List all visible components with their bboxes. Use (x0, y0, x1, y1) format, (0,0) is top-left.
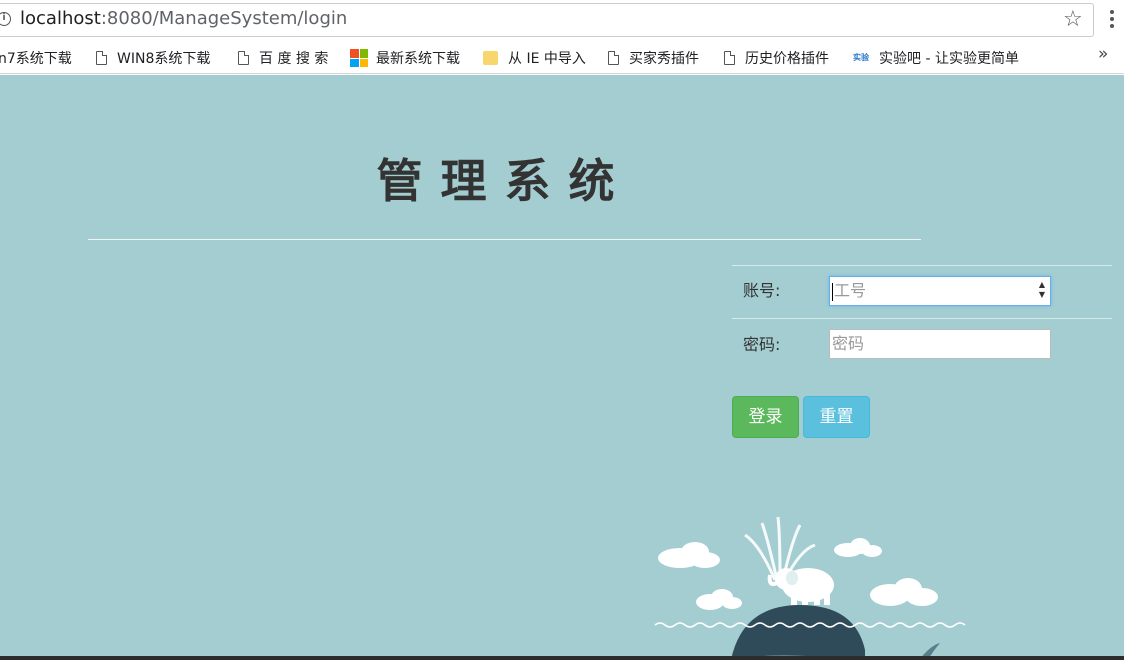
password-label: 密码: (743, 335, 781, 354)
page-content: 管理系统 账号: 工号 ▲ ▼ 密码: 密码 登录 重置 (0, 75, 1124, 660)
whale-elephant-illustration (654, 516, 966, 660)
account-placeholder: 工号 (834, 281, 867, 300)
folder-icon (483, 51, 498, 65)
bookmark-label: 历史价格插件 (745, 51, 829, 67)
bookmark-label: 百 度 搜 索 (259, 51, 329, 67)
bookmark-item[interactable]: 实验 实验吧 - 让实验更简单 (853, 48, 1025, 68)
reset-button[interactable]: 重置 (803, 396, 870, 438)
bookmark-item[interactable]: 历史价格插件 (724, 48, 829, 68)
windows-icon (350, 49, 368, 67)
account-label: 账号: (743, 281, 781, 300)
lab-icon: 实验 (853, 53, 869, 62)
url-host: localhost (20, 8, 101, 29)
document-icon (238, 51, 249, 65)
bookmark-item[interactable]: WIN8系统下载 (96, 48, 210, 68)
bookmark-label: WIN8系统下载 (117, 51, 211, 67)
bookmark-star-icon[interactable]: ☆ (1063, 7, 1083, 32)
account-input[interactable]: 工号 ▲ ▼ (829, 276, 1051, 306)
document-icon (96, 51, 107, 65)
browser-menu-icon[interactable] (1110, 10, 1114, 30)
bookmark-label: n7系统下载 (0, 51, 72, 67)
text-caret (832, 282, 833, 301)
number-spinner[interactable]: ▲ ▼ (1036, 280, 1048, 302)
bookmark-item[interactable]: 买家秀插件 (608, 48, 699, 68)
title-divider (88, 239, 921, 240)
password-placeholder: 密码 (832, 334, 865, 353)
bookmark-item[interactable]: 从 IE 中导入 (483, 48, 586, 68)
bookmark-label: 买家秀插件 (629, 51, 699, 67)
bookmark-item[interactable]: 最新系统下载 (350, 48, 460, 68)
bookmark-item[interactable]: 百 度 搜 索 (238, 48, 328, 68)
login-button[interactable]: 登录 (732, 396, 799, 438)
url-path: :8080/ManageSystem/login (100, 8, 348, 29)
chevron-right-icon[interactable]: » (1098, 44, 1108, 64)
form-divider (732, 318, 1112, 319)
bookmarks-bar: n7系统下载 WIN8系统下载 百 度 搜 索 最新系统下载 从 IE 中导入 … (0, 40, 1124, 74)
password-input[interactable]: 密码 (829, 329, 1051, 359)
bookmark-label: 最新系统下载 (376, 51, 460, 67)
os-taskbar (0, 656, 1124, 660)
document-icon (724, 51, 735, 65)
form-divider (732, 265, 1112, 266)
url-text[interactable]: localhost:8080/ManageSystem/login (20, 8, 347, 29)
bookmark-label: 实验吧 - 让实验更简单 (879, 51, 1019, 67)
page-title: 管理系统 (376, 154, 633, 208)
document-icon (608, 51, 619, 65)
bookmark-label: 从 IE 中导入 (508, 51, 586, 67)
address-bar[interactable]: i localhost:8080/ManageSystem/login ☆ (0, 0, 1124, 40)
bookmark-item[interactable]: n7系统下载 (0, 48, 72, 68)
